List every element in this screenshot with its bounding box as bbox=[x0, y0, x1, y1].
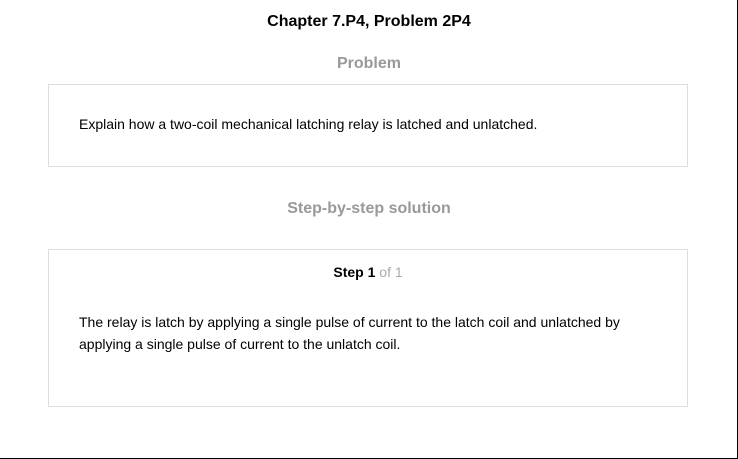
problem-text: Explain how a two-coil mechanical latchi… bbox=[79, 116, 538, 132]
step-indicator: Step 1 of 1 bbox=[49, 263, 687, 281]
step-number: 1 bbox=[367, 264, 376, 280]
solution-heading: Step-by-step solution bbox=[287, 200, 451, 217]
problem-card: Explain how a two-coil mechanical latchi… bbox=[48, 84, 688, 167]
page-title: Chapter 7.P4, Problem 2P4 bbox=[267, 13, 471, 30]
solution-text: The relay is latch by applying a single … bbox=[79, 314, 620, 352]
step-total: of 1 bbox=[379, 264, 403, 280]
solution-card: Step 1 of 1 The relay is latch by applyi… bbox=[48, 249, 688, 407]
step-word: Step bbox=[333, 264, 364, 280]
problem-heading: Problem bbox=[336, 55, 401, 72]
